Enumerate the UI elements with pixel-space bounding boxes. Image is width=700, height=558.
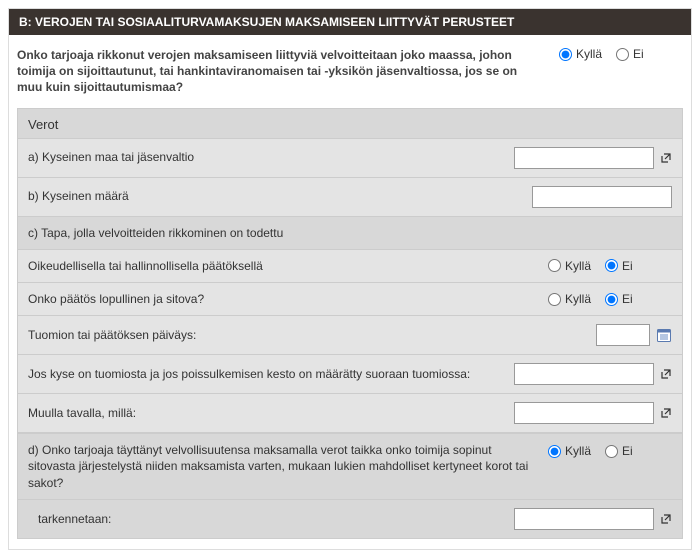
d-no-radio[interactable]	[605, 445, 618, 458]
row-d-clarify-label: tarkennetaan:	[28, 511, 502, 527]
label-no: Ei	[622, 292, 633, 306]
row-d-clarify-control	[514, 508, 672, 530]
duration-input[interactable]	[514, 363, 654, 385]
top-question-text: Onko tarjoaja rikkonut verojen maksamise…	[17, 47, 559, 96]
c2-yes-radio[interactable]	[548, 293, 561, 306]
panel-body: Onko tarjoaja rikkonut verojen maksamise…	[9, 35, 691, 549]
c2-no-option[interactable]: Ei	[605, 292, 633, 306]
external-link-icon[interactable]	[660, 368, 672, 380]
calendar-icon[interactable]	[656, 327, 672, 343]
d-yes-radio[interactable]	[548, 445, 561, 458]
row-a: a) Kyseinen maa tai jäsenvaltio	[18, 139, 682, 178]
section-panel: B: VEROJEN TAI SOSIAALITURVAMAKSUJEN MAK…	[8, 8, 692, 550]
other-way-input[interactable]	[514, 402, 654, 424]
c1-no-option[interactable]: Ei	[605, 259, 633, 273]
label-yes: Kyllä	[565, 292, 591, 306]
clarify-input[interactable]	[514, 508, 654, 530]
d-yes-option[interactable]: Kyllä	[548, 444, 591, 458]
c2-yes-option[interactable]: Kyllä	[548, 292, 591, 306]
row-a-control	[514, 147, 672, 169]
country-input[interactable]	[514, 147, 654, 169]
row-c1-label: Oikeudellisella tai hallinnollisella pää…	[28, 258, 536, 274]
row-c3-control	[596, 324, 672, 346]
external-link-icon[interactable]	[660, 513, 672, 525]
c1-yes-radio[interactable]	[548, 259, 561, 272]
top-no-radio[interactable]	[616, 48, 629, 61]
subpanel-title: Verot	[18, 109, 682, 139]
panel-header: B: VEROJEN TAI SOSIAALITURVAMAKSUJEN MAK…	[9, 9, 691, 35]
row-d-clarify: tarkennetaan:	[18, 500, 682, 538]
taxes-subpanel: Verot a) Kyseinen maa tai jäsenvaltio b)…	[17, 108, 683, 539]
top-yes-option[interactable]: Kyllä	[559, 47, 602, 61]
row-d-label: d) Onko tarjoaja täyttänyt velvollisuute…	[28, 442, 536, 491]
label-no: Ei	[622, 444, 633, 458]
row-a-label: a) Kyseinen maa tai jäsenvaltio	[28, 149, 502, 165]
row-c5-label: Muulla tavalla, millä:	[28, 405, 502, 421]
row-c1-radios: Kyllä Ei	[548, 259, 672, 273]
row-c3-label: Tuomion tai päätöksen päiväys:	[28, 327, 584, 343]
row-b-label: b) Kyseinen määrä	[28, 188, 520, 204]
d-no-option[interactable]: Ei	[605, 444, 633, 458]
top-no-option[interactable]: Ei	[616, 47, 644, 61]
top-question-row: Onko tarjoaja rikkonut verojen maksamise…	[17, 43, 683, 108]
label-yes: Kyllä	[565, 444, 591, 458]
row-b: b) Kyseinen määrä	[18, 178, 682, 217]
label-yes: Kyllä	[576, 47, 602, 61]
row-c4-label: Jos kyse on tuomiosta ja jos poissulkemi…	[28, 366, 502, 382]
row-c4: Jos kyse on tuomiosta ja jos poissulkemi…	[18, 355, 682, 394]
row-d: d) Onko tarjoaja täyttänyt velvollisuute…	[18, 433, 682, 500]
row-c2-radios: Kyllä Ei	[548, 292, 672, 306]
label-yes: Kyllä	[565, 259, 591, 273]
top-question-radios: Kyllä Ei	[559, 47, 683, 61]
row-c2-label: Onko päätös lopullinen ja sitova?	[28, 291, 536, 307]
external-link-icon[interactable]	[660, 152, 672, 164]
label-no: Ei	[622, 259, 633, 273]
row-d-radios: Kyllä Ei	[548, 442, 672, 458]
c1-no-radio[interactable]	[605, 259, 618, 272]
row-c5-control	[514, 402, 672, 424]
amount-input[interactable]	[532, 186, 672, 208]
row-c-header: c) Tapa, jolla velvoitteiden rikkominen …	[18, 217, 682, 250]
row-c-header-label: c) Tapa, jolla velvoitteiden rikkominen …	[28, 225, 672, 241]
row-c2: Onko päätös lopullinen ja sitova? Kyllä …	[18, 283, 682, 316]
external-link-icon[interactable]	[660, 407, 672, 419]
row-c3: Tuomion tai päätöksen päiväys:	[18, 316, 682, 355]
row-b-control	[532, 186, 672, 208]
row-c1: Oikeudellisella tai hallinnollisella pää…	[18, 250, 682, 283]
top-yes-radio[interactable]	[559, 48, 572, 61]
c2-no-radio[interactable]	[605, 293, 618, 306]
label-no: Ei	[633, 47, 644, 61]
row-c5: Muulla tavalla, millä:	[18, 394, 682, 433]
date-input[interactable]	[596, 324, 650, 346]
c1-yes-option[interactable]: Kyllä	[548, 259, 591, 273]
row-c4-control	[514, 363, 672, 385]
